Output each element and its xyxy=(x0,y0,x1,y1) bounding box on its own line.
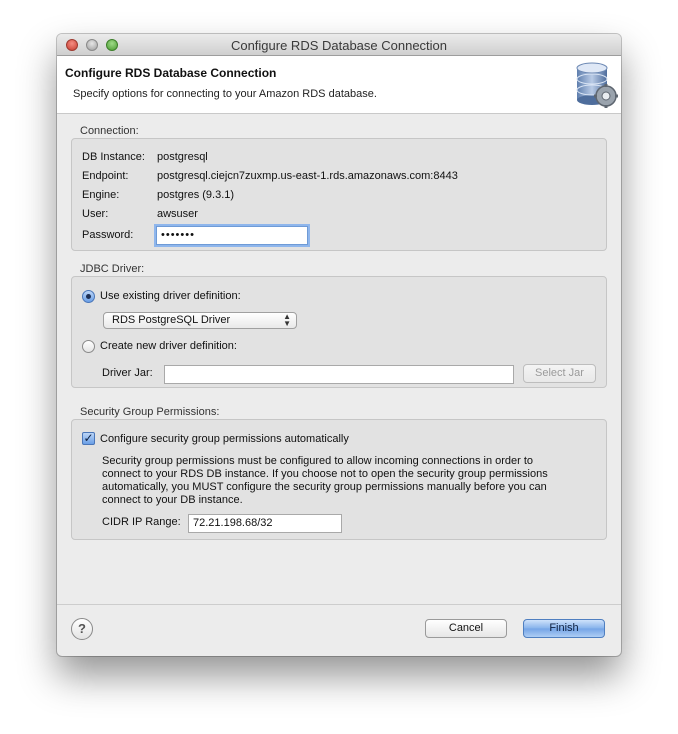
header-title: Configure RDS Database Connection xyxy=(65,66,277,80)
engine-value: postgres (9.3.1) xyxy=(157,189,235,201)
connection-group: DB Instance: postgresql Endpoint: postgr… xyxy=(71,138,607,251)
footer-separator xyxy=(57,604,621,605)
security-description-line: Security group permissions must be confi… xyxy=(102,455,534,467)
wizard-header: Configure RDS Database Connection Specif… xyxy=(57,56,621,114)
finish-button[interactable]: Finish xyxy=(523,619,605,638)
cidr-ip-range-field[interactable]: 72.21.198.68/32 xyxy=(188,514,342,533)
use-existing-driver-label[interactable]: Use existing driver definition: xyxy=(100,290,241,302)
security-description-line: connect to your RDS DB instance. If you … xyxy=(102,468,548,480)
jdbc-group: Use existing driver definition: RDS Post… xyxy=(71,276,607,388)
db-instance-value: postgresql xyxy=(157,151,208,163)
create-new-driver-radio[interactable] xyxy=(82,340,95,353)
user-label: User: xyxy=(82,208,109,220)
driver-jar-label: Driver Jar: xyxy=(102,367,153,379)
security-group: ✓ Configure security group permissions a… xyxy=(71,419,607,540)
use-existing-driver-radio[interactable] xyxy=(82,290,95,303)
cancel-button[interactable]: Cancel xyxy=(425,619,507,638)
driver-jar-field[interactable] xyxy=(164,365,514,384)
driver-definition-select[interactable]: RDS PostgreSQL Driver ▲ ▼ xyxy=(103,312,297,329)
select-jar-button[interactable]: Select Jar xyxy=(523,364,596,383)
database-gear-icon xyxy=(576,62,618,108)
create-new-driver-label[interactable]: Create new driver definition: xyxy=(100,340,237,352)
auto-config-label[interactable]: Configure security group permissions aut… xyxy=(100,433,349,445)
window-title: Configure RDS Database Connection xyxy=(230,38,448,53)
db-instance-label: DB Instance: xyxy=(82,151,145,163)
select-arrows-icon: ▲ ▼ xyxy=(283,312,291,328)
auto-config-checkbox[interactable]: ✓ xyxy=(82,432,95,445)
security-description-line: connect to your DB instance. xyxy=(102,494,243,506)
user-value: awsuser xyxy=(157,208,198,220)
endpoint-value: postgresql.ciejcn7zuxmp.us-east-1.rds.am… xyxy=(157,170,458,182)
help-icon[interactable]: ? xyxy=(71,618,93,640)
engine-label: Engine: xyxy=(82,189,120,201)
title-bar[interactable]: Configure RDS Database Connection xyxy=(57,34,621,56)
dialog-window: Configure RDS Database Connection Config… xyxy=(57,34,621,656)
security-description: Security group permissions must be confi… xyxy=(102,455,548,507)
header-description: Specify options for connecting to your A… xyxy=(73,88,377,100)
connection-group-label: Connection: xyxy=(80,125,139,137)
jdbc-group-label: JDBC Driver: xyxy=(80,263,145,275)
cidr-label: CIDR IP Range: xyxy=(102,516,181,528)
password-field[interactable]: ••••••• xyxy=(156,226,308,245)
security-description-line: automatically, you MUST configure the se… xyxy=(102,481,547,493)
driver-select-value: RDS PostgreSQL Driver xyxy=(112,314,231,326)
security-group-label: Security Group Permissions: xyxy=(80,406,220,418)
password-label: Password: xyxy=(82,229,134,241)
endpoint-label: Endpoint: xyxy=(82,170,129,182)
